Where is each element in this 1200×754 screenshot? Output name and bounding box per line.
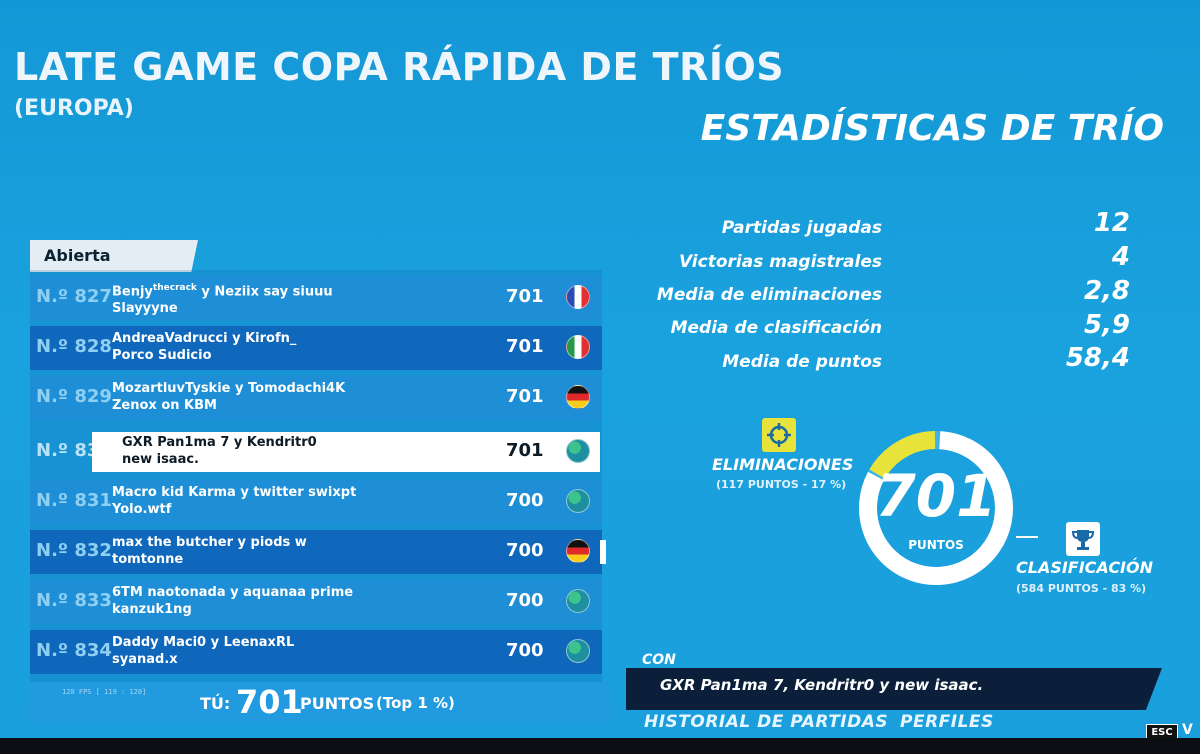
leaderboard-row[interactable]: N.º 834 Daddy Maci0 y LeenaxRL syanad.x 7… [30, 630, 602, 674]
row-rank: N.º 828 [36, 336, 112, 357]
leaderboard-row[interactable]: N.º 827 Benjythecrack y Neziix say siuuu… [30, 276, 602, 320]
leaderboard-row[interactable]: N.º 828 AndreaVadrucci y Kirofn_ Porco Su… [30, 326, 602, 370]
total-points-label: PUNTOS [908, 538, 964, 552]
stat-label: Media de eliminaciones [656, 285, 882, 305]
row-rank: N.º 834 [36, 640, 112, 661]
germany-flag-icon [566, 385, 590, 409]
leaderboard-row-selected[interactable]: N.º 83 GXR Pan1ma 7 y Kendritr0 new isaac… [30, 430, 602, 474]
stat-label: Victorias magistrales [678, 252, 882, 272]
globe-icon [566, 439, 590, 463]
your-percentile: (Top 1 %) [376, 694, 455, 712]
leaderboard-row[interactable]: N.º 831 Macro kid Karma y twitter swixpt… [30, 480, 602, 524]
row-team: Macro kid Karma y twitter swixpt Yolo.wtf [112, 485, 357, 517]
eliminations-label: ELIMINACIONES [712, 455, 854, 474]
trophy-icon [1066, 522, 1100, 556]
teammates-tag: CON [642, 652, 676, 668]
row-points: 700 [506, 640, 544, 661]
row-points: 700 [506, 540, 544, 561]
row-rank: N.º 833 [36, 590, 112, 611]
row-points: 701 [506, 336, 544, 357]
row-points: 701 [506, 386, 544, 407]
leaderboard-row[interactable]: N.º 833 6TM naotonada y aquanaa prime kan… [30, 580, 602, 624]
leaderboard-row[interactable]: N.º 829 MozartluvTyskie y Tomodachi4K Zen… [30, 376, 602, 420]
france-flag-icon [566, 285, 590, 309]
your-points: 701 [236, 683, 303, 721]
event-title: LATE GAME COPA RÁPIDA DE TRÍOS [14, 45, 785, 89]
screen-bezel [0, 738, 1200, 754]
teammates-names: GXR Pan1ma 7, Kendritr0 y new isaac. [660, 676, 984, 694]
row-points: 701 [506, 286, 544, 307]
placement-label: CLASIFICACIÓN [1016, 558, 1153, 577]
event-region: (EUROPA) [14, 96, 134, 121]
stat-label: Partidas jugadas [721, 218, 882, 238]
stat-value: 4 [1111, 242, 1130, 272]
placement-detail: (584 PUNTOS - 83 %) [1016, 582, 1147, 595]
row-team: max the butcher y piods w tomtonne [112, 535, 307, 567]
row-points: 700 [506, 490, 544, 511]
germany-flag-icon [566, 539, 590, 563]
your-label: TÚ: [200, 694, 231, 713]
stat-value: 2,8 [1083, 276, 1130, 306]
placement-connector [1016, 536, 1038, 538]
fps-counter: 120 FPS [ 119 : 120] [62, 688, 147, 696]
italy-flag-icon [566, 335, 590, 359]
stats-title: ESTADÍSTICAS DE TRÍO [700, 108, 1164, 149]
esc-action-label[interactable]: V [1182, 722, 1193, 738]
crosshair-icon [762, 418, 796, 452]
row-rank: N.º 832 [36, 540, 112, 561]
stat-value: 58,4 [1065, 343, 1130, 373]
globe-icon [566, 489, 590, 513]
row-rank: N.º 827 [36, 286, 112, 307]
match-history-button[interactable]: HISTORIAL DE PARTIDAS [644, 712, 888, 732]
globe-icon [566, 589, 590, 613]
row-team: MozartluvTyskie y Tomodachi4K Zenox on KB… [112, 381, 346, 413]
leaderboard-scrollbar[interactable] [600, 540, 606, 564]
row-points: 701 [506, 440, 544, 461]
row-rank: N.º 83 [36, 440, 100, 461]
tab-abierta[interactable]: Abierta [30, 240, 198, 272]
row-points: 700 [506, 590, 544, 611]
your-points-label: PUNTOS [300, 694, 375, 713]
globe-icon [566, 639, 590, 663]
stat-label: Media de clasificación [670, 318, 882, 338]
row-team: AndreaVadrucci y Kirofn_ Porco Sudicio [112, 331, 297, 363]
profiles-button[interactable]: PERFILES [900, 712, 994, 732]
row-team: Benjythecrack y Neziix say siuuu Slayyyn… [112, 283, 333, 317]
total-points: 701 [875, 462, 997, 530]
row-team: GXR Pan1ma 7 y Kendritr0 new isaac. [122, 435, 317, 467]
row-rank: N.º 829 [36, 386, 112, 407]
row-team: 6TM naotonada y aquanaa prime kanzuk1ng [112, 585, 354, 617]
leaderboard-row[interactable]: N.º 832 max the butcher y piods w tomtonn… [30, 530, 602, 574]
stat-label: Media de puntos [722, 352, 882, 372]
stat-value: 12 [1093, 208, 1130, 238]
row-rank: N.º 831 [36, 490, 112, 511]
row-team: Daddy Maci0 y LeenaxRL syanad.x [112, 635, 295, 667]
stat-value: 5,9 [1083, 310, 1130, 340]
eliminations-detail: (117 PUNTOS - 17 %) [716, 478, 847, 491]
